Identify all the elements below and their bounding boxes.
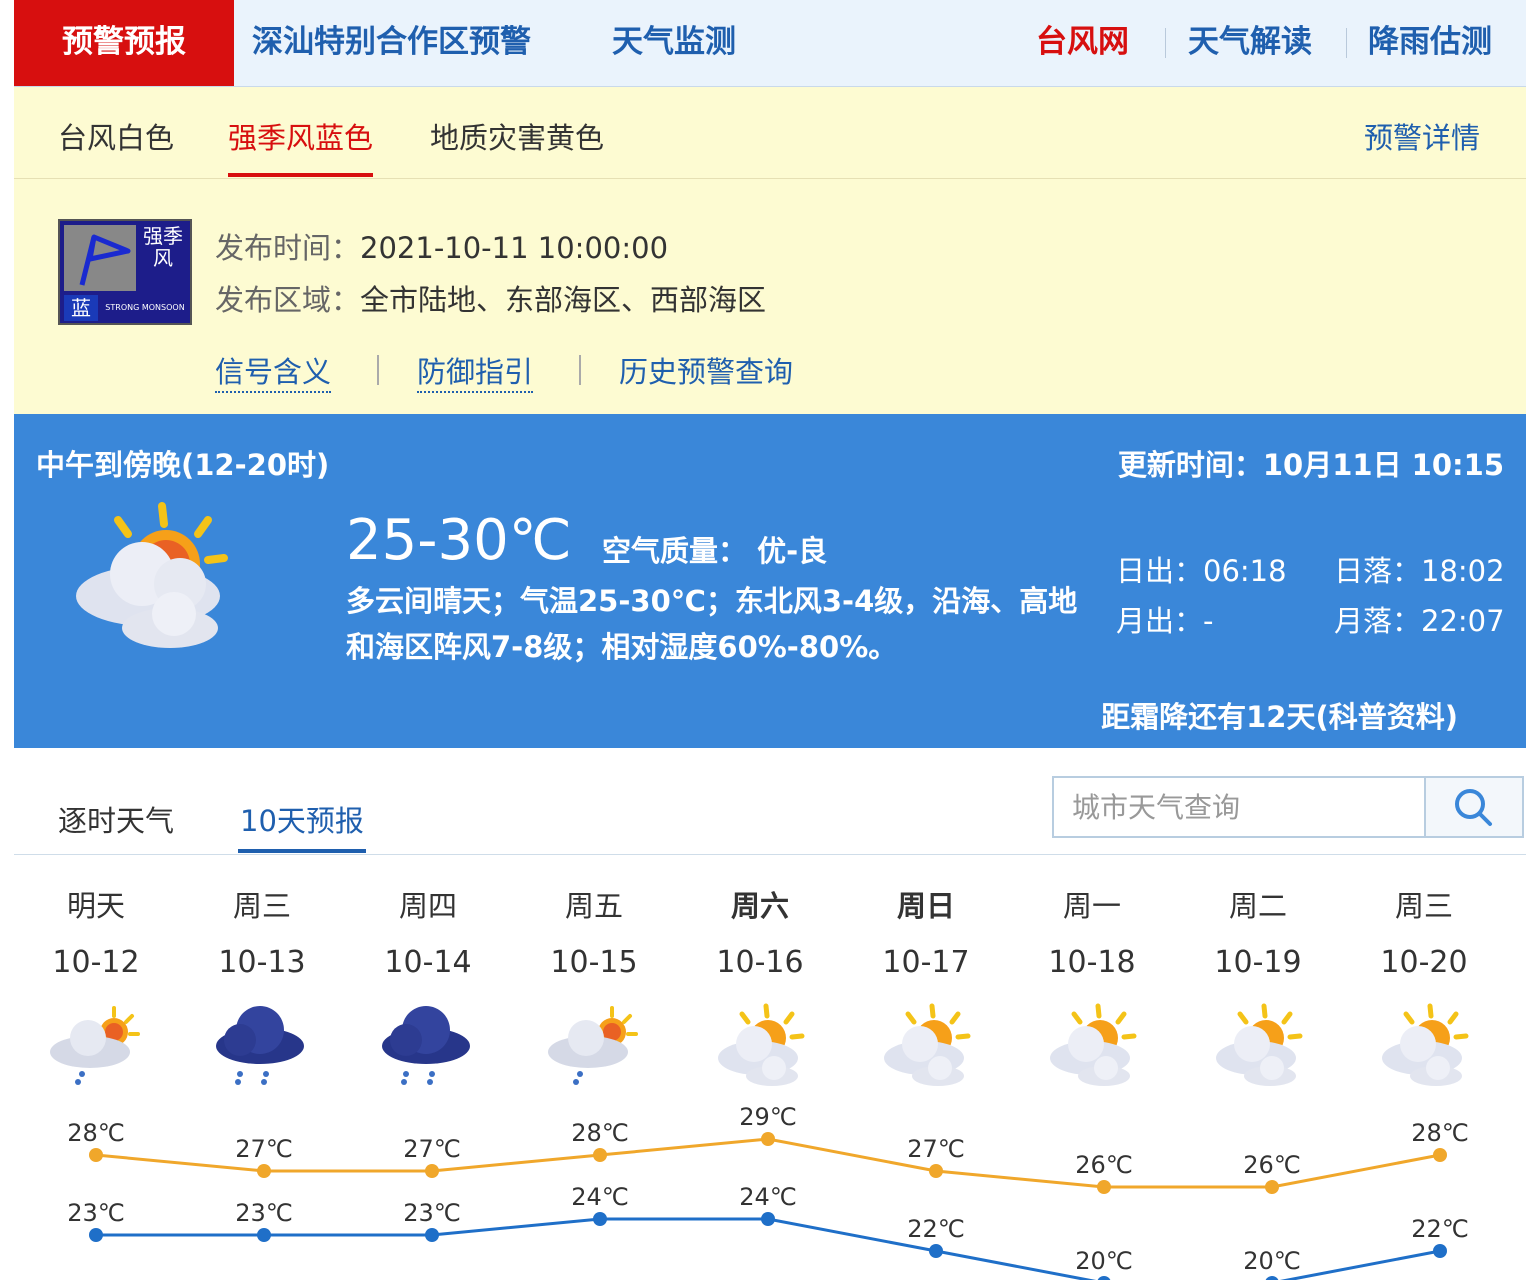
badge-title: 强季风	[143, 224, 183, 270]
update-time: 更新时间：10月11日 10:15	[1117, 448, 1504, 482]
temperature-point	[89, 1228, 103, 1242]
temperature-point	[1265, 1180, 1279, 1194]
temperature-label: 23℃	[235, 1199, 293, 1227]
temperature-point	[425, 1164, 439, 1178]
temperature-label: 24℃	[571, 1183, 629, 1211]
issue-area-label: 发布区域：	[215, 283, 361, 317]
nav-weather-monitor[interactable]: 天气监测	[612, 0, 736, 84]
issue-time-value: 2021-10-11 10:00:00	[360, 231, 669, 265]
signal-meaning-link[interactable]: 信号含义	[215, 349, 332, 393]
temperature-point	[89, 1148, 103, 1162]
temperature-label: 29℃	[739, 1103, 797, 1131]
forecast-period: 中午到傍晚(12-20时)	[36, 448, 330, 482]
tab-typhoon-white[interactable]: 台风白色	[58, 87, 174, 189]
search-icon	[1455, 789, 1492, 826]
temperature-point	[929, 1244, 943, 1258]
search-button[interactable]	[1424, 778, 1522, 836]
ten-day-forecast: 明天 10-12 周三 10-13 周四 10-14 周五 10-15 周六 1…	[14, 855, 1526, 1280]
city-search	[1052, 776, 1524, 838]
history-query-link[interactable]: 历史预警查询	[619, 349, 793, 391]
temperature-label: 28℃	[1411, 1119, 1469, 1147]
forecast-tabs: 逐时天气 10天预报	[14, 748, 1526, 855]
temperature-point	[929, 1164, 943, 1178]
link-separator	[377, 355, 379, 385]
weather-page: 预警预报 深汕特别合作区预警 天气监测 台风网 天气解读 降雨估测 台风白色 强…	[14, 0, 1526, 1280]
temperature-point	[593, 1212, 607, 1226]
tab-monsoon-blue[interactable]: 强季风蓝色	[228, 87, 374, 189]
temperature-label: 20℃	[1243, 1247, 1301, 1275]
nav-separator	[1165, 28, 1166, 58]
issue-time-label: 发布时间：	[215, 231, 361, 265]
current-weather-panel: 中午到傍晚(12-20时) 更新时间：10月11日 10:15 25-30℃ 空…	[14, 414, 1526, 748]
issue-time-row: 发布时间：2021-10-11 10:00:00	[215, 225, 668, 267]
temperature-label: 20℃	[1075, 1247, 1133, 1275]
badge-subtitle: STRONG MONSOON	[105, 303, 185, 312]
temperature-point	[425, 1228, 439, 1242]
temperature-point	[1097, 1180, 1111, 1194]
nav-warning-forecast[interactable]: 预警预报	[14, 0, 234, 86]
city-search-input[interactable]	[1054, 778, 1442, 836]
temperature-label: 23℃	[403, 1199, 461, 1227]
temperature-label: 23℃	[67, 1199, 125, 1227]
temperature-label: 27℃	[235, 1135, 293, 1163]
weather-description: 多云间晴天；气温25-30℃；东北风3-4级，沿海、高地和海区阵风7-8级；相对…	[346, 584, 1078, 664]
moonrise-time: 月出：-	[1116, 604, 1214, 638]
partly-cloudy-icon	[76, 502, 228, 648]
temperature-label: 24℃	[739, 1183, 797, 1211]
flag-icon	[64, 225, 136, 291]
temperature-label: 22℃	[907, 1215, 965, 1243]
nav-rainfall-estimate[interactable]: 降雨估测	[1368, 0, 1492, 84]
badge-level: 蓝	[64, 295, 98, 321]
temperature-point	[761, 1212, 775, 1226]
temperature-label: 28℃	[67, 1119, 125, 1147]
temperature-label: 27℃	[907, 1135, 965, 1163]
temperature-label: 26℃	[1075, 1151, 1133, 1179]
sunrise-time: 日出：06:18	[1116, 554, 1287, 588]
warning-detail-link[interactable]: 预警详情	[1364, 87, 1480, 189]
issue-area-value: 全市陆地、东部海区、西部海区	[360, 283, 767, 317]
nav-weather-interpretation[interactable]: 天气解读	[1188, 0, 1312, 84]
temperature-range: 25-30℃	[346, 508, 572, 573]
temperature-label: 26℃	[1243, 1151, 1301, 1179]
temperature-point	[257, 1228, 271, 1242]
series-line	[95, 1137, 1441, 1189]
temperature-point	[593, 1148, 607, 1162]
nav-separator	[1346, 28, 1347, 58]
temperature-point	[1265, 1276, 1279, 1280]
link-separator	[579, 355, 581, 385]
temperature-label: 27℃	[403, 1135, 461, 1163]
series-line	[96, 1217, 1441, 1280]
moonset-time: 月落：22:07	[1334, 604, 1505, 638]
nav-shenshan-warning[interactable]: 深汕特别合作区预警	[252, 0, 531, 84]
frost-countdown-link[interactable]: 距霜降还有12天(科普资料)	[1101, 694, 1458, 736]
temperature-label: 28℃	[571, 1119, 629, 1147]
sunset-time: 日落：18:02	[1334, 554, 1505, 588]
tab-hourly[interactable]: 逐时天气	[58, 798, 174, 840]
warning-panel: 台风白色 强季风蓝色 地质灾害黄色 预警详情 强季风 蓝 STRONG MONS…	[14, 87, 1526, 414]
monsoon-warning-badge: 强季风 蓝 STRONG MONSOON	[58, 219, 192, 325]
top-nav: 预警预报 深汕特别合作区预警 天气监测 台风网 天气解读 降雨估测	[14, 0, 1526, 87]
temperature-point	[1097, 1276, 1111, 1280]
warning-tabs: 台风白色 强季风蓝色 地质灾害黄色 预警详情	[14, 87, 1526, 179]
temperature-point	[761, 1132, 775, 1146]
temperature-point	[1433, 1244, 1447, 1258]
nav-typhoon[interactable]: 台风网	[1036, 0, 1129, 84]
air-quality: 空气质量： 优-良	[602, 534, 828, 568]
temperature-line-chart: 28℃ 27℃ 27℃ 28℃ 29℃ 27℃ 26℃ 26℃ 28℃ 23℃ 23℃ 23℃ 24℃ 2…	[67, 1103, 1469, 1280]
tab-geologic-yellow[interactable]: 地质灾害黄色	[430, 87, 604, 189]
defense-guide-link[interactable]: 防御指引	[417, 349, 534, 393]
temperature-point	[257, 1164, 271, 1178]
tab-10day[interactable]: 10天预报	[238, 798, 366, 853]
temperature-point	[1433, 1148, 1447, 1162]
temperature-label: 22℃	[1411, 1215, 1469, 1243]
issue-area-row: 发布区域：全市陆地、东部海区、西部海区	[215, 277, 766, 319]
